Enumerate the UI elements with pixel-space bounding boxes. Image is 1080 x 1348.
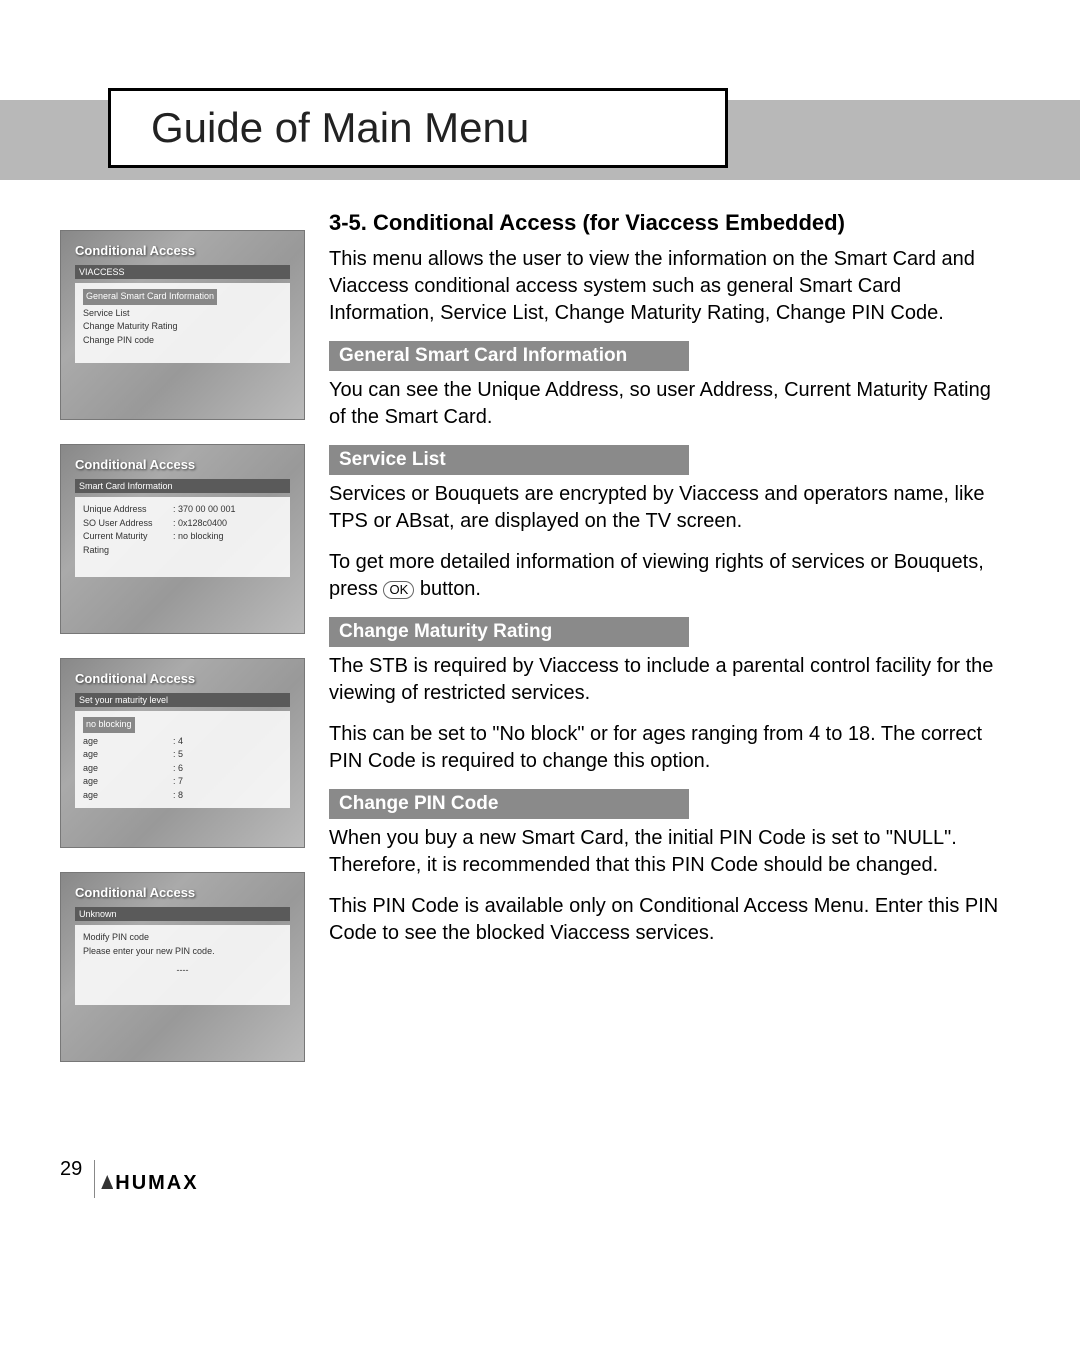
brand-logo: HUMAX — [101, 1158, 198, 1195]
service-body2: To get more detailed information of view… — [329, 549, 1010, 603]
age-value: : 8 — [173, 789, 282, 803]
intro-paragraph: This menu allows the user to view the in… — [329, 246, 1010, 327]
screenshot-pin-code: Conditional Access Unknown Modify PIN co… — [60, 872, 305, 1062]
subsection-general-banner: General Smart Card Information — [329, 341, 689, 371]
screenshot-viaccess-menu: Conditional Access VIACCESS General Smar… — [60, 230, 305, 420]
info-value: : no blocking — [173, 530, 282, 557]
maturity-body2: This can be set to "No block" or for age… — [329, 721, 1010, 775]
age-value: : 6 — [173, 762, 282, 776]
menu-item: Change Maturity Rating — [83, 321, 178, 331]
age-key: age — [83, 789, 173, 803]
screenshot-title: Conditional Access — [75, 243, 195, 258]
subsection-pin-banner: Change PIN Code — [329, 789, 689, 819]
screenshot-subtitle: VIACCESS — [75, 265, 290, 279]
main-text-column: 3-5. Conditional Access (for Viaccess Em… — [329, 206, 1010, 1062]
menu-item: General Smart Card Information — [83, 289, 217, 305]
info-value: : 0x128c0400 — [173, 517, 282, 531]
screenshot-subtitle: Unknown — [75, 907, 290, 921]
screenshot-body: no blocking age: 4 age: 5 age: 6 age: 7 … — [75, 711, 290, 808]
info-key: SO User Address — [83, 517, 173, 531]
screenshot-title: Conditional Access — [75, 457, 195, 472]
age-value: : 4 — [173, 735, 282, 749]
pin-body1: When you buy a new Smart Card, the initi… — [329, 825, 1010, 879]
age-key: age — [83, 762, 173, 776]
age-value: : 7 — [173, 775, 282, 789]
screenshot-smartcard-info: Conditional Access Smart Card Informatio… — [60, 444, 305, 634]
menu-item: Service List — [83, 308, 130, 318]
ok-button-icon: OK — [383, 581, 414, 599]
page-number: 29 — [60, 1158, 88, 1181]
age-key: age — [83, 748, 173, 762]
footer-divider — [94, 1160, 95, 1198]
pin-line: Please enter your new PIN code. — [83, 945, 282, 959]
subsection-service-banner: Service List — [329, 445, 689, 475]
section-heading: 3-5. Conditional Access (for Viaccess Em… — [329, 210, 1010, 236]
info-key: Current Maturity Rating — [83, 530, 173, 557]
screenshot-subtitle: Smart Card Information — [75, 479, 290, 493]
age-key: age — [83, 775, 173, 789]
screenshot-subtitle: Set your maturity level — [75, 693, 290, 707]
screenshot-body: Unique Address: 370 00 00 001 SO User Ad… — [75, 497, 290, 577]
info-key: Unique Address — [83, 503, 173, 517]
age-value: : 5 — [173, 748, 282, 762]
maturity-selected: no blocking — [83, 717, 135, 733]
info-value: : 370 00 00 001 — [173, 503, 282, 517]
screenshot-body: Modify PIN code Please enter your new PI… — [75, 925, 290, 1005]
pin-body2: This PIN Code is available only on Condi… — [329, 893, 1010, 947]
screenshot-column: Conditional Access VIACCESS General Smar… — [60, 206, 305, 1062]
menu-item: Change PIN code — [83, 335, 154, 345]
service-body1: Services or Bouquets are encrypted by Vi… — [329, 481, 1010, 535]
page-title: Guide of Main Menu — [151, 104, 529, 152]
title-box: Guide of Main Menu — [108, 88, 728, 168]
pin-line: Modify PIN code — [83, 931, 282, 945]
footer: 29 HUMAX — [60, 1158, 199, 1198]
age-key: age — [83, 735, 173, 749]
screenshot-title: Conditional Access — [75, 671, 195, 686]
subsection-maturity-banner: Change Maturity Rating — [329, 617, 689, 647]
general-body: You can see the Unique Address, so user … — [329, 377, 1010, 431]
screenshot-maturity-level: Conditional Access Set your maturity lev… — [60, 658, 305, 848]
screenshot-body: General Smart Card Information Service L… — [75, 283, 290, 363]
pin-entry: ---- — [83, 964, 282, 978]
maturity-body1: The STB is required by Viaccess to inclu… — [329, 653, 1010, 707]
screenshot-title: Conditional Access — [75, 885, 195, 900]
